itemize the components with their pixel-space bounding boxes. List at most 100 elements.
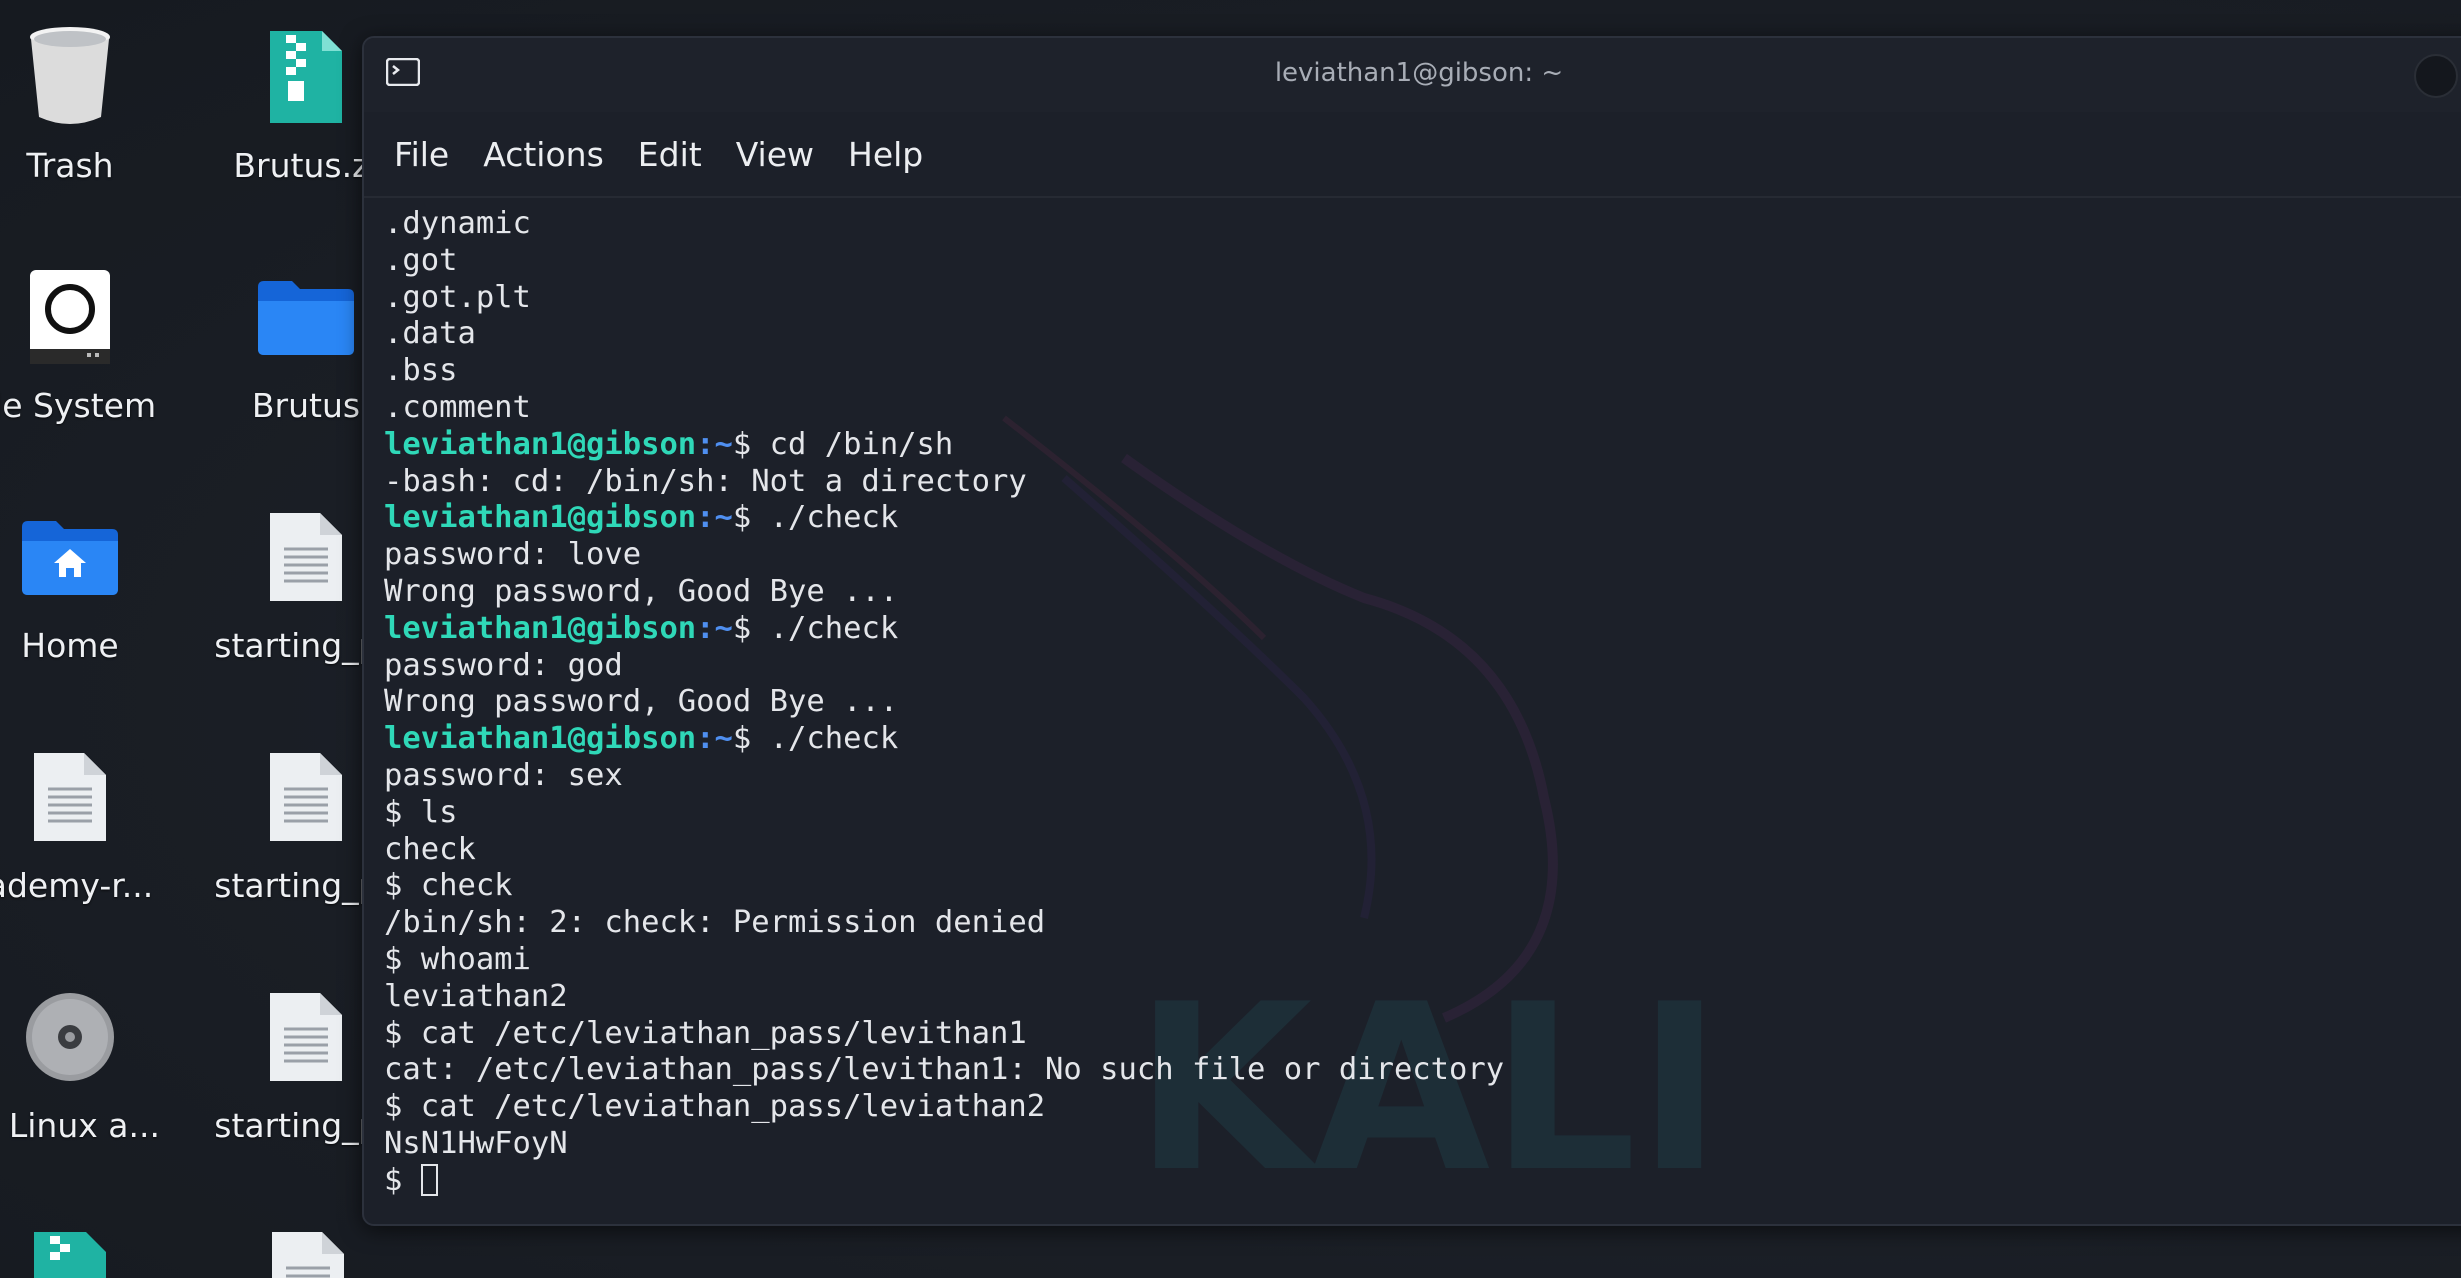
prompt-path: :~ [696, 426, 733, 462]
output-line: leviathan2 [384, 979, 2461, 1016]
output-text: $ whoami [384, 941, 531, 977]
prompt-symbol: $ [732, 721, 752, 757]
prompt-path: :~ [696, 500, 733, 536]
desktop-icon-home[interactable]: Home [0, 502, 170, 665]
output-line: $ cat /etc/leviathan_pass/leviathan2 [384, 1089, 2461, 1126]
output-text: password: sex [384, 757, 623, 793]
output-text: .got.plt [384, 279, 531, 315]
output-text: .data [384, 316, 476, 352]
output-line: .comment [384, 390, 2461, 427]
output-line: NsN1HwFoyN [384, 1126, 2461, 1163]
output-text: check [384, 831, 476, 867]
text-file-icon [251, 982, 361, 1092]
output-text: .got [384, 242, 458, 278]
desktop-icon-label: Brutus.zi [233, 146, 379, 185]
terminal-output[interactable]: .dynamic .got .got.plt .data .bss .comment lev… [384, 206, 2461, 1224]
desktop-icon-trash[interactable]: Trash [0, 22, 170, 185]
desktop-icon-label: Brutus [251, 386, 361, 425]
output-line: $ check [384, 868, 2461, 905]
output-line: $ [384, 1163, 2461, 1200]
output-line: check [384, 832, 2461, 869]
output-line: password: god [384, 648, 2461, 685]
output-text: $ ls [384, 794, 458, 830]
output-text: -bash: cd: /bin/sh: Not a directory [384, 463, 1027, 499]
output-line: $ whoami [384, 942, 2461, 979]
desktop-icon-label: ile System [0, 386, 157, 425]
zip-archive-icon [251, 22, 361, 132]
terminal-window[interactable]: KALI leviathan1@gibson: ~ File Actions E… [362, 36, 2461, 1226]
output-text: .comment [384, 389, 531, 425]
desktop-icon-label: ademy-r... [0, 866, 154, 905]
output-line: .data [384, 316, 2461, 353]
command-text: ./check [751, 721, 899, 757]
desktop-icon-label: Trash [26, 146, 114, 185]
output-line: password: sex [384, 758, 2461, 795]
output-text: Wrong password, Good Bye ... [384, 573, 899, 609]
trash-icon [15, 22, 125, 132]
output-line: $ cat /etc/leviathan_pass/levithan1 [384, 1016, 2461, 1053]
output-text: $ check [384, 868, 513, 904]
terminal-titlebar[interactable]: leviathan1@gibson: ~ [364, 38, 2461, 112]
output-text: $ cat /etc/leviathan_pass/levithan1 [384, 1015, 1027, 1051]
menu-edit[interactable]: Edit [638, 135, 702, 174]
prompt-symbol: $ [732, 610, 752, 646]
prompt-user: leviathan1@gibson [384, 721, 697, 757]
text-file-icon [251, 742, 361, 852]
output-line: cat: /etc/leviathan_pass/levithan1: No s… [384, 1052, 2461, 1089]
output-text: .dynamic [384, 206, 531, 241]
prompt-line: leviathan1@gibson:~$ ./check [384, 500, 2461, 537]
output-line: .got.plt [384, 280, 2461, 317]
minimize-button[interactable] [2414, 54, 2458, 98]
desktop-icon-kali-linux[interactable]: li Linux a... [0, 982, 170, 1145]
desktop-icon-label: li Linux a... [0, 1106, 160, 1145]
output-line: -bash: cd: /bin/sh: Not a directory [384, 464, 2461, 501]
drive-icon [15, 262, 125, 372]
output-line: /bin/sh: 2: check: Permission denied [384, 905, 2461, 942]
home-folder-icon [15, 502, 125, 612]
prompt-user: leviathan1@gibson [384, 610, 697, 646]
desktop-icon-academy[interactable]: ademy-r... [0, 742, 170, 905]
output-line: Wrong password, Good Bye ... [384, 684, 2461, 721]
command-text: ./check [751, 610, 899, 646]
desktop: Trash Brutus.zi ile System Brutus Home s… [0, 0, 2461, 1278]
menu-help[interactable]: Help [848, 135, 923, 174]
prompt-path: :~ [696, 721, 733, 757]
prompt-symbol: $ [732, 426, 752, 462]
zip-archive-icon[interactable] [30, 1228, 110, 1278]
output-text: .bss [384, 353, 458, 389]
output-line: password: love [384, 537, 2461, 574]
desktop-icon-file-system[interactable]: ile System [0, 262, 170, 425]
disc-icon [15, 982, 125, 1092]
prompt-line: leviathan1@gibson:~$ ./check [384, 611, 2461, 648]
output-line: Wrong password, Good Bye ... [384, 574, 2461, 611]
output-line: .got [384, 243, 2461, 280]
text-cursor [420, 1163, 438, 1196]
prompt-symbol: $ [732, 500, 752, 536]
menu-file[interactable]: File [394, 135, 449, 174]
output-text: leviathan2 [384, 978, 568, 1014]
desktop-icon-label: Home [21, 626, 119, 665]
output-line: .dynamic [384, 206, 2461, 243]
output-text: password: love [384, 537, 642, 573]
prompt-line: leviathan1@gibson:~$ ./check [384, 721, 2461, 758]
terminal-menubar: File Actions Edit View Help [364, 112, 2461, 198]
prompt-path: :~ [696, 610, 733, 646]
output-text: /bin/sh: 2: check: Permission denied [384, 905, 1046, 941]
text-file-icon [15, 742, 125, 852]
prompt-user: leviathan1@gibson [384, 426, 697, 462]
folder-icon [251, 262, 361, 372]
prompt-line: leviathan1@gibson:~$ cd /bin/sh [384, 427, 2461, 464]
output-text: NsN1HwFoyN [384, 1125, 568, 1161]
menu-view[interactable]: View [736, 135, 814, 174]
command-text: ./check [751, 500, 899, 536]
output-line: .bss [384, 353, 2461, 390]
output-text: Wrong password, Good Bye ... [384, 684, 899, 720]
command-text: cd /bin/sh [751, 426, 954, 462]
menu-actions[interactable]: Actions [483, 135, 604, 174]
output-text: password: god [384, 647, 623, 683]
prompt-user: leviathan1@gibson [384, 500, 697, 536]
text-file-icon[interactable] [268, 1228, 348, 1278]
window-title: leviathan1@gibson: ~ [1274, 58, 1564, 88]
output-text: cat: /etc/leviathan_pass/levithan1: No s… [384, 1052, 1505, 1088]
output-text: $ cat /etc/leviathan_pass/leviathan2 [384, 1089, 1046, 1125]
